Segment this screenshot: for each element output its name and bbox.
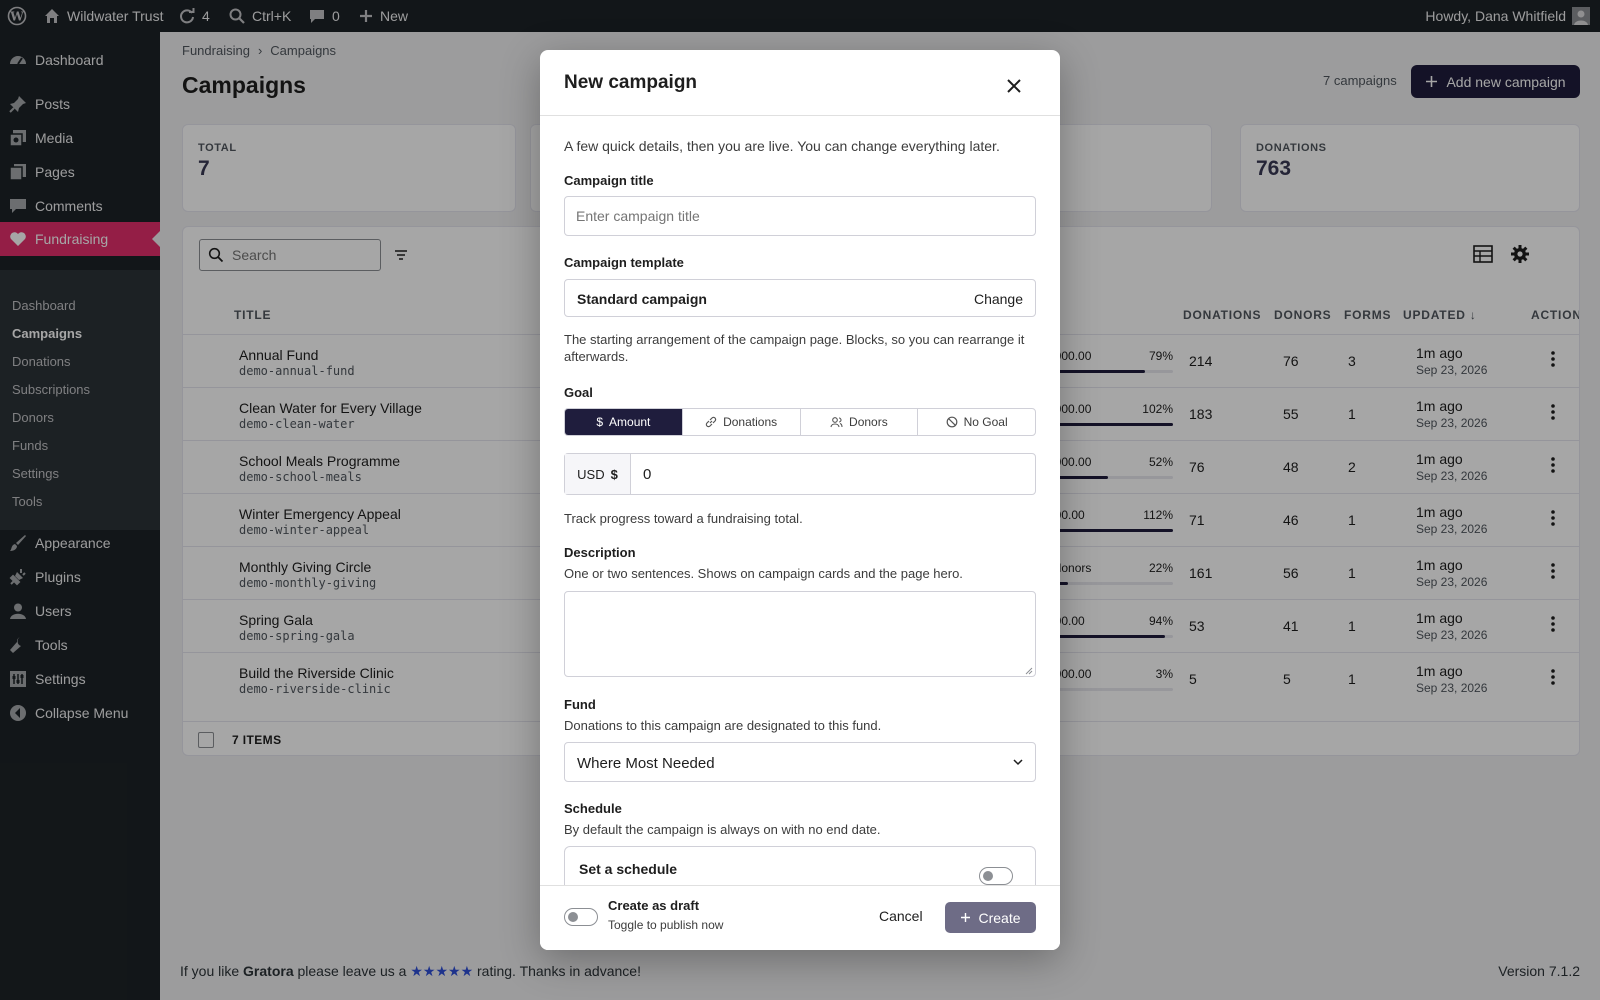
goal-label: Goal [564, 385, 593, 400]
chevron-down-icon [1013, 758, 1023, 766]
users-icon [830, 416, 843, 428]
create-label: Create [978, 909, 1021, 926]
goal-option-donations[interactable]: Donations [681, 409, 800, 435]
draft-label: Create as draft [608, 898, 700, 913]
goal-option-label: Donations [723, 415, 778, 429]
schedule-label: Schedule [564, 801, 622, 816]
change-template-button[interactable]: Change [974, 291, 1023, 307]
campaign-title-input[interactable] [564, 196, 1036, 236]
goal-option-donors[interactable]: Donors [799, 409, 918, 435]
description-help: One or two sentences. Shows on campaign … [564, 566, 963, 581]
goal-option-label: Amount [609, 415, 651, 429]
no-goal-icon [946, 416, 958, 428]
dialog-intro: A few quick details, then you are live. … [564, 138, 1000, 154]
fund-selected-value: Where Most Needed [577, 755, 715, 772]
dialog-body: A few quick details, then you are live. … [540, 117, 1060, 885]
toggle-knob [983, 871, 993, 881]
currency-prefix: USD $ [565, 454, 631, 494]
goal-option-no-goal[interactable]: No Goal [917, 409, 1035, 435]
goal-amount-field: USD $ [564, 453, 1036, 495]
resize-handle-icon[interactable] [1025, 667, 1033, 675]
create-as-draft-toggle[interactable] [564, 908, 598, 926]
template-help: The starting arrangement of the campaign… [564, 332, 1025, 364]
link-icon [705, 416, 717, 428]
fund-label: Fund [564, 697, 596, 712]
campaign-template-field: Standard campaign Change [564, 279, 1036, 317]
template-value: Standard campaign [577, 291, 707, 307]
draft-help: Toggle to publish now [608, 918, 724, 932]
goal-option-label: No Goal [963, 415, 1008, 429]
create-button[interactable]: Create [945, 902, 1036, 933]
fund-help: Donations to this campaign are designate… [564, 718, 882, 733]
plus-icon [960, 912, 971, 923]
schedule-help: By default the campaign is always on wit… [564, 822, 881, 837]
dialog-header: New campaign [540, 50, 1060, 116]
campaign-title-label: Campaign title [564, 173, 654, 188]
dialog-title: New campaign [564, 72, 698, 93]
currency-code: USD [577, 466, 605, 482]
goal-amount-input[interactable] [631, 454, 1035, 494]
schedule-toggle[interactable] [979, 867, 1013, 885]
goal-help: Track progress toward a fundraising tota… [564, 511, 803, 526]
description-label: Description [564, 545, 636, 560]
close-icon[interactable] [1002, 74, 1026, 98]
goal-option-label: Donors [849, 415, 888, 429]
fund-select[interactable]: Where Most Needed [564, 742, 1036, 782]
dialog-footer: Create as draft Toggle to publish now Ca… [540, 885, 1060, 950]
goal-option-amount[interactable]: $ Amount [565, 409, 682, 435]
set-schedule-label: Set a schedule [579, 861, 678, 877]
new-campaign-dialog: New campaign A few quick details, then y… [540, 50, 1060, 950]
description-textarea[interactable] [564, 591, 1036, 677]
currency-symbol: $ [610, 466, 618, 482]
schedule-panel: Set a schedule [564, 846, 1036, 885]
campaign-template-label: Campaign template [564, 255, 684, 270]
dollar-icon: $ [596, 415, 604, 429]
cancel-button[interactable]: Cancel [879, 908, 923, 924]
toggle-knob [568, 912, 578, 922]
goal-type-selector: $ Amount Donations Donors No Goal [564, 408, 1036, 436]
